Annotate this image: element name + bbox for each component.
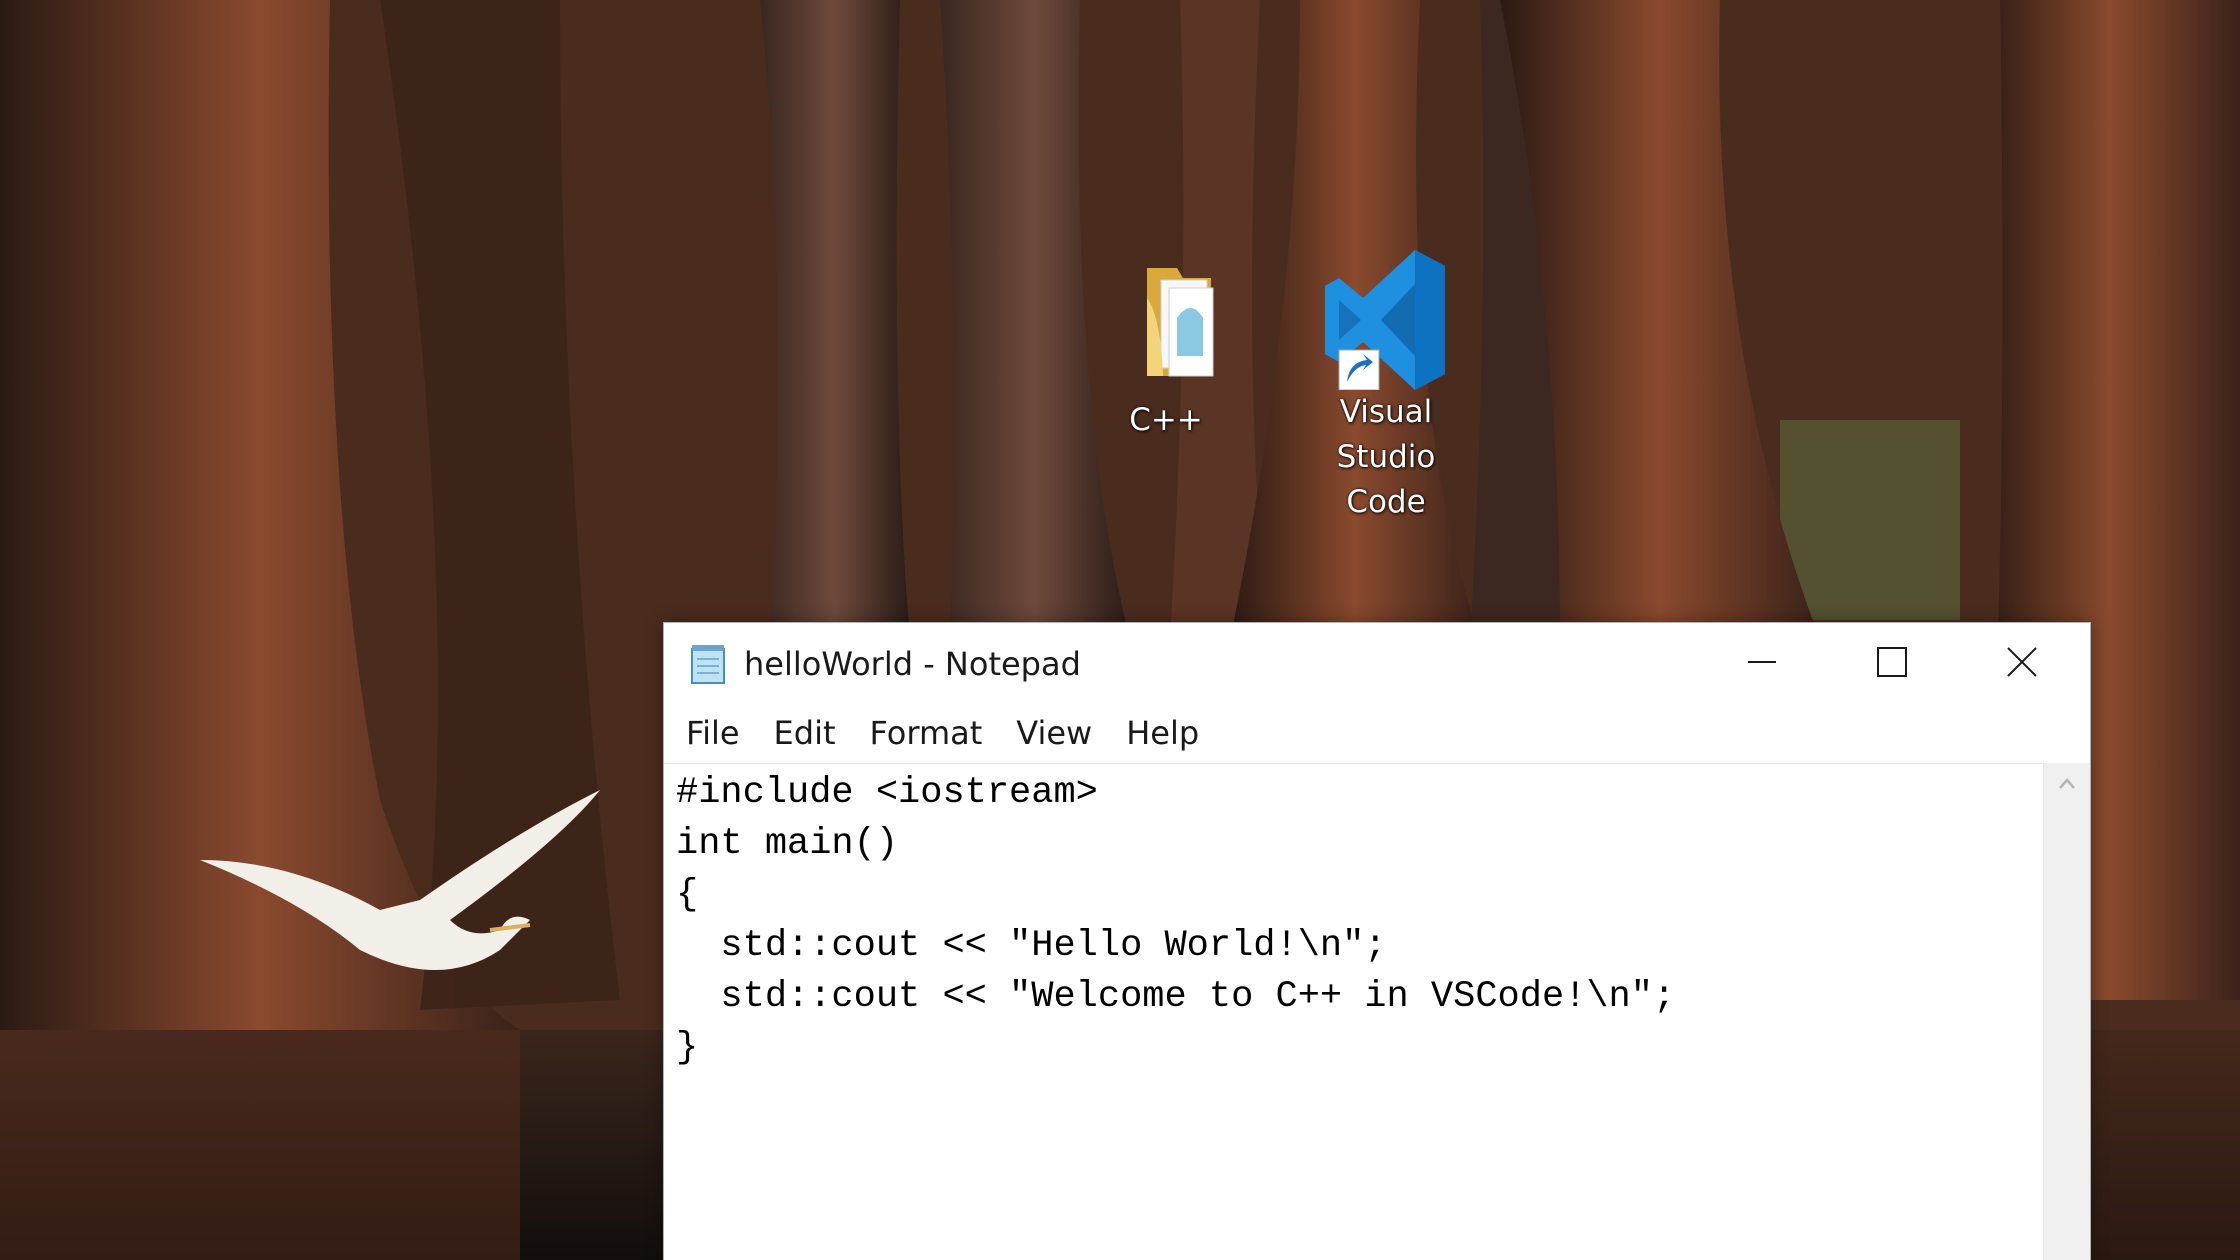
desktop-icon-label: Visual Studio Code	[1336, 394, 1436, 520]
desktop-icon-cpp-folder[interactable]: C++	[1066, 258, 1266, 443]
minimize-button[interactable]	[1697, 623, 1827, 705]
code-line: int main()	[676, 823, 899, 865]
menu-help[interactable]: Help	[1114, 710, 1211, 756]
menu-file[interactable]: File	[674, 710, 752, 756]
title-bar[interactable]: helloWorld - Notepad	[664, 623, 2090, 705]
menu-bar: File Edit Format View Help	[664, 705, 2090, 761]
maximize-icon	[1876, 646, 1908, 683]
desktop[interactable]: C++ Visual Studio Code helloWorld - Note…	[0, 0, 2240, 1260]
chevron-up-icon	[2056, 773, 2078, 800]
code-line: std::cout << "Hello World!\n";	[676, 925, 1387, 967]
minimize-icon	[1746, 646, 1778, 683]
code-content: #include <iostream> int main() { std::co…	[664, 764, 2042, 1074]
menu-format[interactable]: Format	[858, 710, 995, 756]
notepad-window[interactable]: helloWorld - Notepad File Edit Format Vi…	[663, 622, 2091, 1260]
shortcut-arrow-icon	[1338, 349, 1380, 391]
close-button[interactable]	[1957, 623, 2087, 705]
code-line: }	[676, 1027, 699, 1069]
vscode-icon	[1311, 250, 1461, 391]
code-line: std::cout << "Welcome to C++ in VSCode!\…	[676, 976, 1676, 1018]
code-line: #include <iostream>	[676, 772, 1098, 814]
menu-view[interactable]: View	[1004, 710, 1104, 756]
menu-edit[interactable]: Edit	[762, 710, 848, 756]
window-title: helloWorld - Notepad	[744, 645, 1081, 683]
folder-icon	[1091, 258, 1241, 398]
text-editor[interactable]: #include <iostream> int main() { std::co…	[664, 763, 2042, 1260]
notepad-icon	[686, 643, 730, 687]
maximize-button[interactable]	[1827, 623, 1957, 705]
scroll-up-button[interactable]	[2044, 763, 2090, 809]
close-icon	[2006, 646, 2038, 683]
desktop-icon-vscode[interactable]: Visual Studio Code	[1286, 250, 1486, 525]
vertical-scrollbar[interactable]	[2043, 763, 2090, 1260]
desktop-icon-label: C++	[1129, 402, 1203, 438]
code-line: {	[676, 874, 699, 916]
